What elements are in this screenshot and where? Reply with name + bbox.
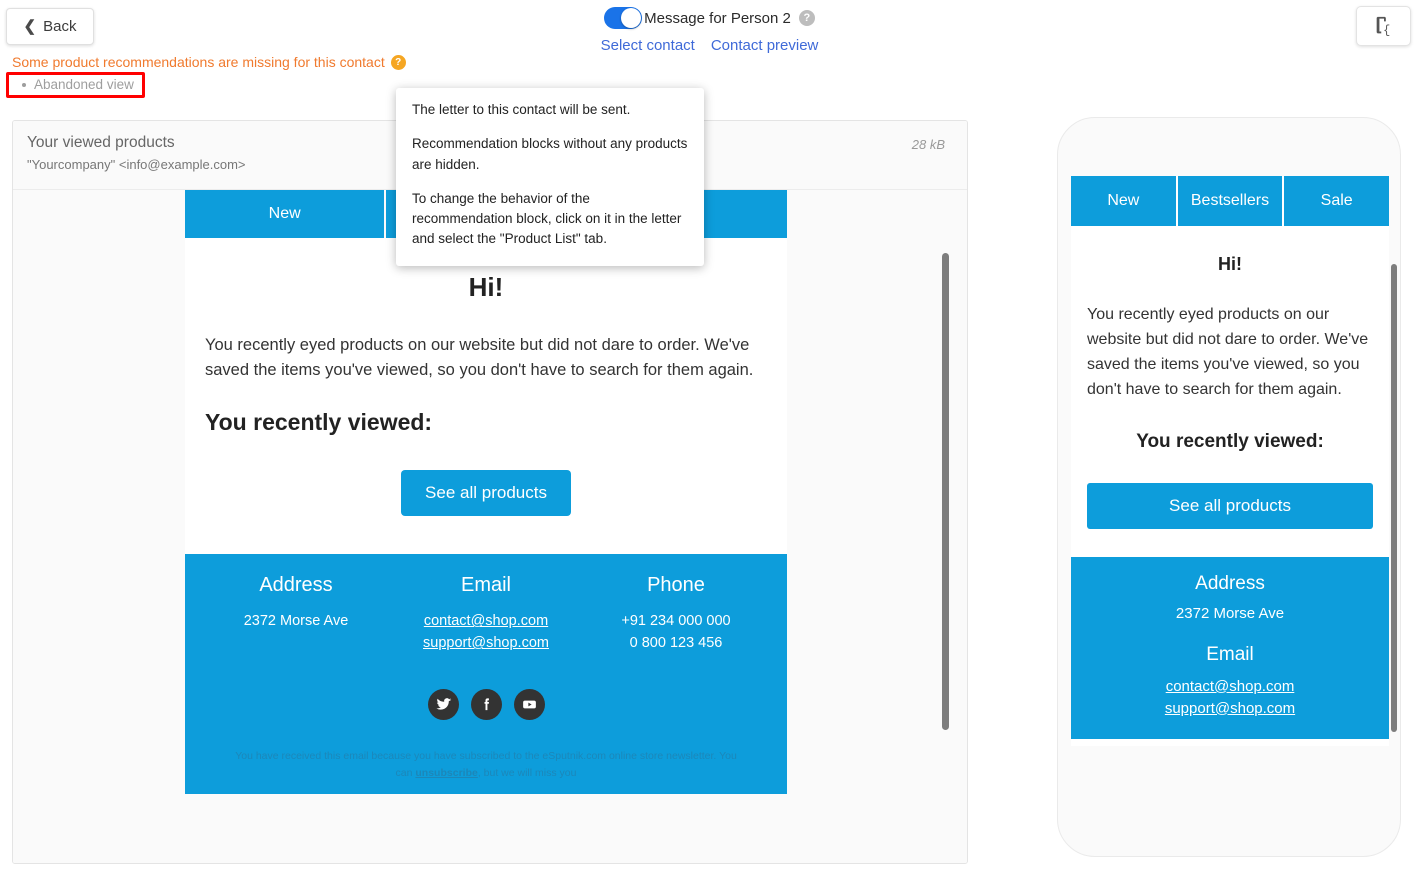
footer-phone-2: 0 800 123 456 (629, 635, 723, 652)
email-paragraph-mobile: You recently eyed products on our websit… (1087, 306, 1369, 398)
email-cta-wrapper: See all products (205, 470, 767, 554)
footer-email-support-link[interactable]: support@shop.com (391, 633, 581, 655)
header-center: Message for Person 2 ? Select contact Co… (0, 7, 1419, 54)
email-greeting: Hi! (468, 272, 504, 302)
footer-address-value-mobile: 2372 Morse Ave (1175, 604, 1285, 622)
twitter-link[interactable] (427, 688, 459, 720)
see-all-products-button-mobile[interactable]: See all products (1087, 482, 1373, 529)
email-nav-tabs-mobile: New Bestsellers Sale (1071, 176, 1389, 226)
footer-phone-title: Phone (647, 574, 705, 597)
footer-email-title: Email (460, 574, 511, 597)
warning-banner: Some product recommendations are missing… (12, 54, 406, 70)
twitter-icon (435, 698, 451, 710)
header-links: Select contact Contact preview (601, 37, 819, 54)
contact-preview-link[interactable]: Contact preview (711, 37, 819, 54)
tooltip-line-2: Recommendation blocks without any produc… (412, 136, 688, 172)
warning-help-icon[interactable]: ? (390, 54, 406, 70)
message-toggle-row: Message for Person 2 ? (604, 7, 815, 29)
legal-text-after: , but we will miss you (477, 766, 577, 779)
desktop-preview-scrollbar[interactable] (942, 253, 949, 730)
email-paragraph: You recently eyed products on our websit… (205, 336, 754, 380)
message-toggle[interactable] (604, 7, 643, 29)
email-tab-sale-mobile[interactable]: Sale (1284, 176, 1389, 226)
message-toggle-label: Message for Person 2 (644, 9, 791, 27)
email-footer-mobile: Address 2372 Morse Ave Email contact@sho… (1071, 556, 1389, 740)
email-sender: "Yourcompany" <info@example.com> (27, 157, 246, 172)
toggle-knob (621, 8, 642, 28)
footer-email-contact-link[interactable]: contact@shop.com (391, 611, 581, 633)
code-file-icon: { } (1376, 16, 1395, 37)
tooltip-line-1: The letter to this contact will be sent. (412, 102, 631, 117)
email-main-mobile: Hi! You recently eyed products on our we… (1071, 226, 1389, 529)
email-footer-desktop: Address 2372 Morse Ave Email contact@sho… (185, 554, 787, 794)
view-html-code-button[interactable]: { } (1356, 6, 1411, 46)
bullet-icon (22, 82, 26, 87)
mobile-preview-scrollbar[interactable] (1391, 264, 1397, 732)
tooltip-line-3: To change the behavior of the recommenda… (412, 190, 682, 247)
email-preview-page: ❮ Back Message for Person 2 ? Select con… (0, 0, 1419, 883)
footer-columns: Address 2372 Morse Ave Email contact@sho… (201, 574, 771, 655)
facebook-icon (484, 698, 489, 711)
mobile-preview-screen: New Bestsellers Sale Hi! You recently ey… (1071, 176, 1389, 746)
svg-text:{ }: { } (1383, 23, 1395, 37)
email-section-heading-mobile: You recently viewed: (1136, 430, 1324, 452)
footer-address-title: Address (259, 574, 333, 597)
abandoned-view-label: Abandoned view (34, 77, 134, 92)
footer-email-contact-link-mobile[interactable]: contact@shop.com (1081, 676, 1379, 698)
email-subject: Your viewed products (27, 134, 175, 151)
footer-email-column: Email contact@shop.com support@shop.com (391, 574, 581, 655)
footer-address-value: 2372 Morse Ave (243, 613, 349, 630)
footer-email-title-mobile: Email (1206, 643, 1254, 665)
select-contact-link[interactable]: Select contact (601, 37, 695, 54)
email-main-desktop: Hi! You recently eyed products on our we… (185, 238, 787, 555)
email-legal-text: You have received this email because you… (201, 748, 771, 788)
footer-address-title-mobile: Address (1195, 572, 1265, 594)
recommendation-tooltip: The letter to this contact will be sent.… (396, 88, 704, 266)
warning-text: Some product recommendations are missing… (12, 54, 385, 70)
see-all-products-button[interactable]: See all products (401, 470, 571, 517)
abandoned-view-item: Abandoned view (22, 77, 134, 92)
unsubscribe-link[interactable]: unsubscribe (415, 767, 477, 779)
footer-email-support-link-mobile[interactable]: support@shop.com (1081, 698, 1379, 720)
email-section-heading: You recently viewed: (205, 409, 433, 436)
mobile-preview-panel: New Bestsellers Sale Hi! You recently ey… (1057, 117, 1401, 857)
email-tab-bestsellers-mobile[interactable]: Bestsellers (1178, 176, 1285, 226)
email-tab-new[interactable]: New (185, 190, 387, 238)
youtube-icon (522, 700, 536, 709)
email-greeting-mobile: Hi! (1218, 254, 1242, 274)
desktop-preview-body: New Bestsellers Sale Hi! You recently ey… (13, 190, 967, 863)
youtube-link[interactable] (513, 688, 545, 720)
email-tab-new-mobile[interactable]: New (1071, 176, 1178, 226)
footer-phone-column: Phone +91 234 000 000 0 800 123 456 (581, 574, 771, 655)
email-size: 28 kB (911, 137, 945, 152)
footer-address-column: Address 2372 Morse Ave (201, 574, 391, 655)
footer-social-links (201, 688, 771, 720)
help-icon[interactable]: ? (798, 10, 815, 26)
footer-phone-1: +91 234 000 000 (621, 613, 731, 630)
facebook-link[interactable] (470, 688, 502, 720)
footer-email-links: contact@shop.com support@shop.com (391, 611, 581, 655)
email-canvas-desktop: New Bestsellers Sale Hi! You recently ey… (185, 190, 787, 794)
